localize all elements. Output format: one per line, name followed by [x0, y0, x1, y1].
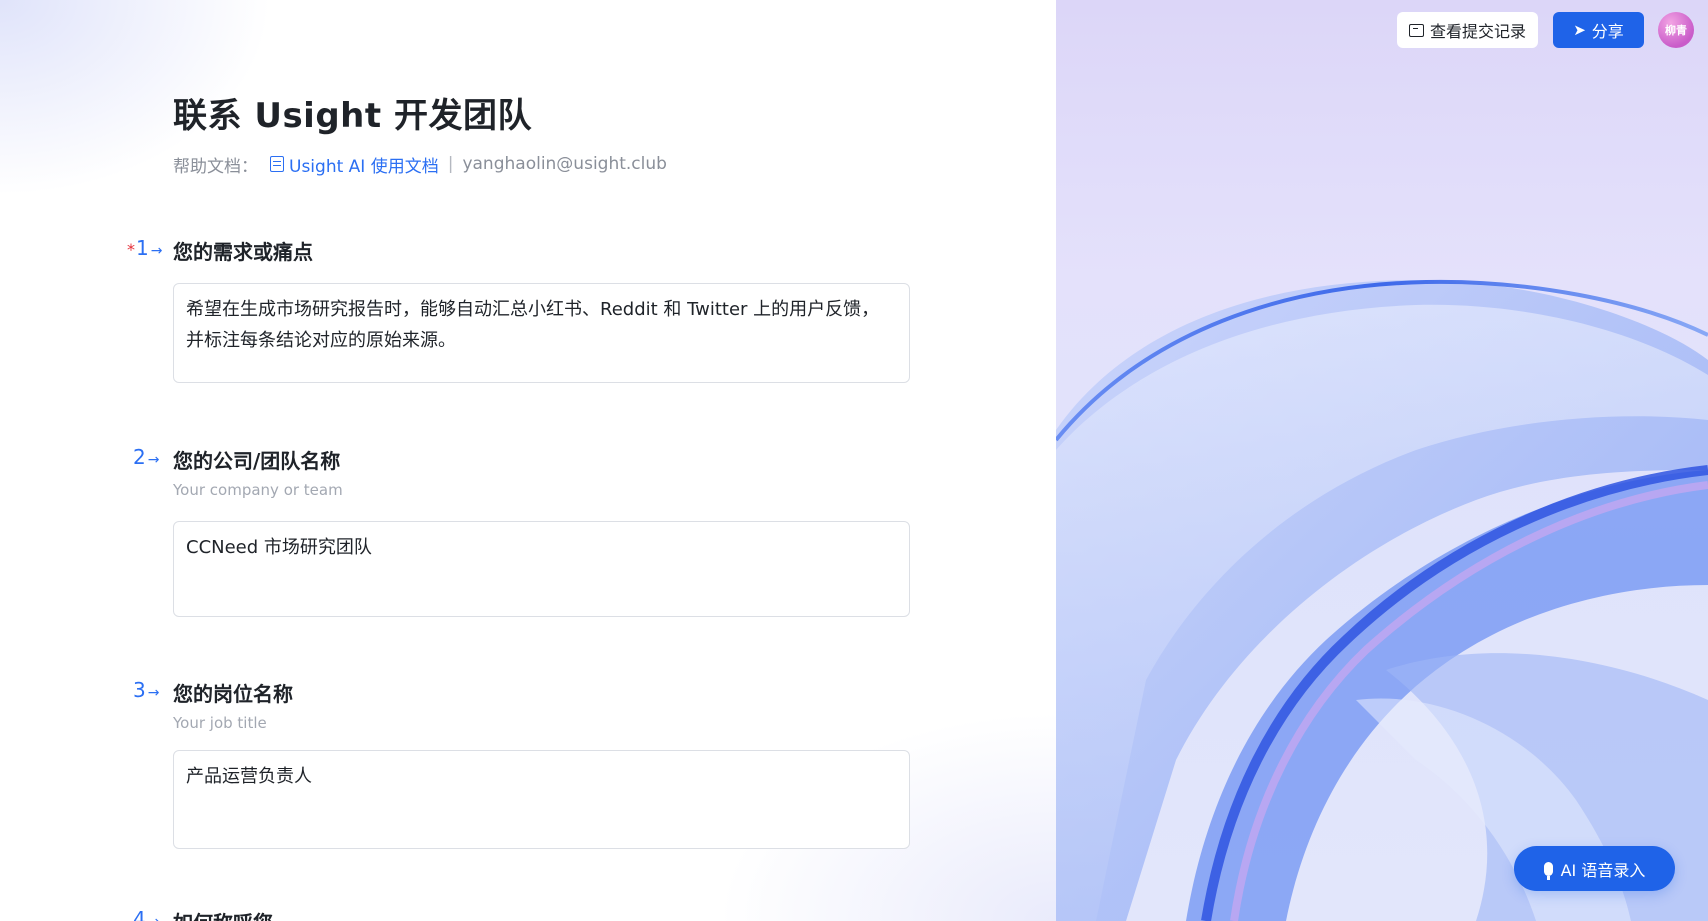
help-row: 帮助文档： Usight AI 使用文档 | yanghaolin@usight… — [173, 151, 667, 177]
document-icon — [270, 156, 284, 172]
arrow-right-icon: → — [147, 452, 160, 468]
question-3-subtitle: Your job title — [173, 714, 267, 732]
decorative-panel — [1056, 0, 1708, 921]
question-number: 3 — [133, 678, 146, 702]
abstract-ribbon-illustration — [1056, 279, 1708, 921]
answer-text: 产品运营负责人 — [186, 766, 312, 787]
question-number: 2 — [133, 445, 146, 469]
share-button[interactable]: ➤ 分享 — [1553, 12, 1644, 48]
ai-voice-input-label: AI 语音录入 — [1560, 860, 1646, 880]
avatar[interactable]: 柳青 — [1658, 12, 1694, 48]
arrow-right-icon: → — [148, 914, 160, 921]
send-icon: ➤ — [1573, 21, 1586, 39]
question-2-title: 您的公司/团队名称 — [173, 449, 341, 473]
question-4-title: 如何称呼您 — [173, 907, 273, 921]
question-3-answer-input[interactable]: 产品运营负责人 — [173, 750, 910, 849]
view-submissions-button[interactable]: 查看提交记录 — [1397, 12, 1538, 48]
help-doc-link[interactable]: Usight AI 使用文档 — [289, 152, 439, 177]
question-1-answer-input[interactable]: 希望在生成市场研究报告时，能够自动汇总小红书、Reddit 和 Twitter … — [173, 283, 910, 383]
question-number: 1 — [136, 236, 149, 260]
question-3-title: 您的岗位名称 — [173, 682, 293, 706]
question-2-answer-input[interactable]: CCNeed 市场研究团队 — [173, 521, 910, 617]
view-submissions-label: 查看提交记录 — [1429, 22, 1526, 41]
answer-line: 希望在生成市场研究报告时，能够自动汇总小红书、Reddit 和 Twitter … — [186, 299, 880, 320]
ai-voice-input-button[interactable]: AI 语音录入 — [1514, 846, 1675, 891]
form-panel: 联系 Usight 开发团队 帮助文档： Usight AI 使用文档 | ya… — [0, 0, 1056, 921]
answer-line: 并标注每条结论对应的原始来源。 — [186, 330, 456, 351]
question-2-number: 2 → — [133, 445, 159, 469]
arrow-right-icon: → — [147, 685, 160, 701]
question-1-title: 您的需求或痛点 — [173, 240, 313, 264]
history-icon — [1408, 23, 1424, 37]
answer-text: CCNeed 市场研究团队 — [186, 537, 372, 558]
arrow-right-icon: → — [150, 243, 163, 259]
share-label: 分享 — [1591, 22, 1624, 41]
mic-icon — [1543, 861, 1553, 880]
page-title: 联系 Usight 开发团队 — [173, 96, 532, 136]
required-mark: * — [127, 240, 135, 259]
question-number: 4 — [133, 907, 146, 921]
help-separator: | — [447, 154, 454, 174]
question-2-subtitle: Your company or team — [173, 481, 343, 499]
contact-email: yanghaolin@usight.club — [462, 154, 667, 174]
help-label: 帮助文档： — [173, 156, 258, 177]
question-4-number: 4→ — [133, 907, 159, 921]
question-1-number: *1 → — [127, 236, 162, 260]
question-3-number: 3 → — [133, 678, 159, 702]
